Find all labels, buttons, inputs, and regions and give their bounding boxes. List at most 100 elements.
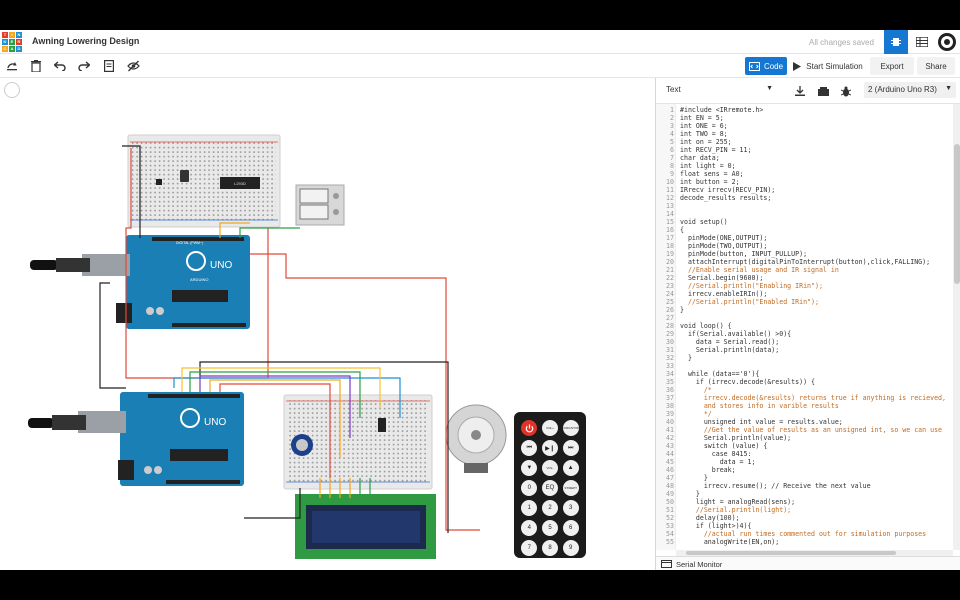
- line-number: 45: [666, 458, 674, 466]
- logo-letter: E: [9, 39, 15, 45]
- serial-monitor-toggle[interactable]: Serial Monitor: [656, 556, 960, 570]
- redo-icon: [78, 61, 90, 71]
- line-number: 33: [666, 362, 674, 370]
- arduino-uno-2[interactable]: UNO: [78, 392, 244, 486]
- rotate-button[interactable]: [4, 58, 20, 74]
- remote-key-label: ⏭: [567, 444, 574, 451]
- code-line: pinMode(TWO,OUTPUT);: [680, 242, 768, 250]
- remote-key[interactable]: VOL+: [541, 420, 558, 436]
- code-line: //actual run times commented out for sim…: [680, 530, 927, 538]
- code-toolbar: Text ▼ 2 (Arduino Uno R3) ▼: [656, 78, 960, 104]
- remote-key[interactable]: 5: [541, 520, 558, 536]
- line-number: 30: [666, 338, 674, 346]
- line-number: 10: [666, 178, 674, 186]
- potentiometer[interactable]: [291, 434, 313, 456]
- remote-key[interactable]: ⏮: [521, 440, 538, 456]
- design-title[interactable]: Awning Lowering Design: [32, 36, 139, 46]
- start-simulation-button[interactable]: Start Simulation: [791, 57, 865, 75]
- top-letterbox: [0, 0, 960, 30]
- line-number: 40: [666, 418, 674, 426]
- code-line: /*: [680, 386, 712, 394]
- remote-key-label: 2: [548, 505, 552, 511]
- remote-key[interactable]: 9: [562, 540, 579, 556]
- remote-key[interactable]: 7: [521, 540, 538, 556]
- components-list-button[interactable]: [910, 30, 934, 54]
- notes-button[interactable]: [101, 58, 117, 74]
- remote-key[interactable]: ST/REPT: [562, 480, 579, 496]
- dc-motor[interactable]: [445, 404, 507, 473]
- remote-key[interactable]: 6: [562, 520, 579, 536]
- remote-key[interactable]: FUNC/STOP: [562, 420, 579, 436]
- circuit-view-button[interactable]: [884, 30, 908, 54]
- line-number: 8: [670, 162, 674, 170]
- share-button[interactable]: Share: [917, 57, 955, 75]
- line-number: 1: [670, 106, 674, 114]
- vertical-scrollbar[interactable]: [953, 104, 960, 550]
- header: TIN KER CAD Awning Lowering Design All cha…: [0, 30, 960, 54]
- arduino-uno-1[interactable]: UNO ARDUINO DIGITAL (PWM~): [82, 235, 250, 329]
- remote-key-label: 5: [548, 525, 552, 531]
- ic-label: L293D: [234, 181, 246, 186]
- remote-key[interactable]: 4: [521, 520, 538, 536]
- eye-off-icon: [126, 60, 140, 72]
- vertical-scrollbar-thumb[interactable]: [954, 144, 960, 284]
- code-line: irrecv.enableIRIn();: [680, 290, 768, 298]
- remote-key[interactable]: 1: [521, 500, 538, 516]
- arduino-1-digital: DIGITAL (PWM~): [176, 241, 203, 245]
- chevron-down-icon: ▼: [945, 85, 952, 92]
- toggle-notes-button[interactable]: [125, 58, 141, 74]
- libraries-button[interactable]: [816, 84, 830, 98]
- debugger-button[interactable]: [839, 84, 853, 98]
- remote-key[interactable]: 3: [562, 500, 579, 516]
- line-number: 50: [666, 498, 674, 506]
- line-number: 47: [666, 474, 674, 482]
- redo-button[interactable]: [76, 58, 92, 74]
- remote-key[interactable]: 2: [541, 500, 558, 516]
- remote-key[interactable]: ▲: [562, 460, 579, 476]
- undo-button[interactable]: [52, 58, 68, 74]
- breadboard-top[interactable]: L293D: [127, 134, 281, 228]
- remote-key[interactable]: ⏭: [562, 440, 579, 456]
- code-editor[interactable]: 1 2 3 4 5 6 7 8 9 10 11 12 13 14 15 16 17 18 19 20 21 22 23 24 2…: [656, 104, 953, 550]
- delete-button[interactable]: [28, 58, 44, 74]
- undo-icon: [54, 61, 66, 71]
- workplane-canvas[interactable]: L293D UNO ARDUINO DIGITAL (PWM~) UNO VOL…: [0, 78, 655, 570]
- download-button[interactable]: [793, 84, 807, 98]
- remote-key[interactable]: 8: [541, 540, 558, 556]
- line-number: 35: [666, 378, 674, 386]
- code-line: light = analogRead(sens);: [680, 498, 796, 506]
- remote-key[interactable]: VOL-: [541, 460, 558, 476]
- logo-letter: I: [9, 32, 15, 38]
- line-number: 34: [666, 370, 674, 378]
- user-avatar[interactable]: [935, 30, 959, 54]
- slide-switch-module[interactable]: [295, 184, 345, 226]
- line-number: 44: [666, 450, 674, 458]
- remote-key[interactable]: 0: [521, 480, 538, 496]
- save-status: All changes saved: [809, 38, 874, 47]
- rotate-icon: [7, 62, 17, 71]
- remote-key[interactable]: ▼: [521, 460, 538, 476]
- line-number: 13: [666, 202, 674, 210]
- line-number: 27: [666, 314, 674, 322]
- remote-key-label: 9: [568, 545, 573, 551]
- export-button[interactable]: Export: [870, 57, 914, 75]
- remote-key-label: 8: [548, 545, 552, 551]
- code-button[interactable]: Code: [745, 57, 787, 75]
- remote-power-button[interactable]: [521, 420, 538, 436]
- tinkercad-logo[interactable]: TIN KER CAD: [2, 32, 22, 52]
- board-select[interactable]: 2 (Arduino Uno R3) ▼: [864, 82, 956, 98]
- logo-letter: C: [2, 46, 8, 52]
- line-number: 51: [666, 506, 674, 514]
- code-mode-select[interactable]: Text ▼: [662, 82, 777, 98]
- code-line: switch (value) {: [680, 442, 768, 450]
- remote-key[interactable]: EQ: [541, 480, 558, 496]
- line-number: 26: [666, 306, 674, 314]
- fit-view-button[interactable]: [4, 82, 20, 98]
- logo-letter: K: [2, 39, 8, 45]
- code-line: if (irrecv.decode(&results)) {: [680, 378, 815, 386]
- line-number: 2: [670, 114, 674, 122]
- lcd-16x2[interactable]: [295, 494, 436, 559]
- ir-remote[interactable]: VOL+ FUNC/STOP ⏮ ▶❙ ⏭ ▼ VOL- ▲ 0 EQ ST/REPT 1 2 3 4 5 6 7…: [514, 412, 586, 558]
- horizontal-scrollbar-thumb[interactable]: [686, 551, 896, 555]
- remote-key[interactable]: ▶❙: [541, 440, 558, 456]
